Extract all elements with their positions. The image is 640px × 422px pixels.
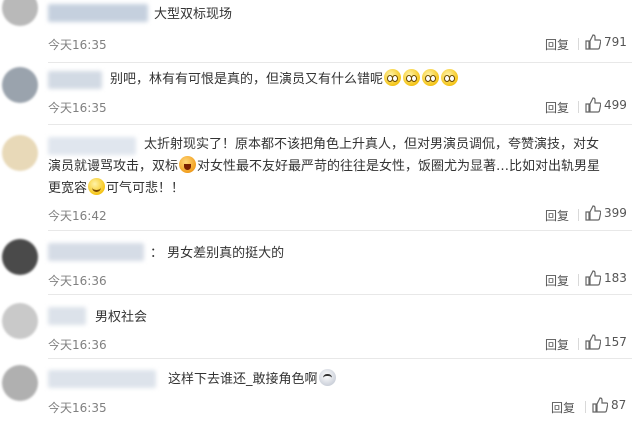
comment-item: 别吧，林有有可恨是真的，但演员又有什么错呢 今天16:35 回复 499 xyxy=(0,63,640,125)
comment-text-part: 可气可悲！！ xyxy=(106,181,185,196)
reply-button[interactable]: 回复 xyxy=(545,207,569,224)
username[interactable] xyxy=(48,243,144,261)
thumbs-up-icon xyxy=(592,397,608,413)
comment-text: 别吧，林有有可恨是真的，但演员又有什么错呢 xyxy=(110,69,459,91)
comment-text: 男权社会 xyxy=(95,310,148,325)
emoji-smile-icon xyxy=(441,69,459,86)
like-button[interactable]: 791 xyxy=(585,34,627,50)
divider xyxy=(578,101,579,113)
like-count: 183 xyxy=(604,271,627,285)
emoji-smile-icon xyxy=(384,69,402,86)
avatar[interactable] xyxy=(2,303,38,339)
timestamp: 今天16:36 xyxy=(48,338,107,352)
avatar[interactable] xyxy=(2,365,38,401)
like-count: 399 xyxy=(604,206,627,220)
like-count: 87 xyxy=(611,398,627,412)
comment-item: ： 男女差别真的挺大的 今天16:36 回复 183 xyxy=(0,231,640,293)
emoji-smile-icon xyxy=(403,69,421,86)
timestamp: 今天16:35 xyxy=(48,101,107,115)
username[interactable] xyxy=(48,307,86,325)
reply-button[interactable]: 回复 xyxy=(545,272,569,289)
comment-item: 这样下去谁还_敢接角色啊 今天16:35 回复 87 xyxy=(0,359,640,422)
comment-item: 太折射现实了！原本都不该把角色上升真人，但对男演员调侃，夸赞演技，对女演员就谩骂… xyxy=(0,125,640,228)
like-count: 157 xyxy=(604,335,627,349)
thumbs-up-icon xyxy=(585,270,601,286)
username[interactable] xyxy=(48,4,148,22)
thumbs-up-icon xyxy=(585,34,601,50)
reply-button[interactable]: 回复 xyxy=(551,399,575,416)
emoji-face-icon xyxy=(318,369,336,386)
reply-button[interactable]: 回复 xyxy=(545,336,569,353)
username[interactable] xyxy=(48,370,156,388)
divider xyxy=(578,209,579,221)
like-button[interactable]: 87 xyxy=(592,397,626,413)
reply-button[interactable]: 回复 xyxy=(545,99,569,116)
comment-item: 大型双标现场 今天16:35 回复 791 xyxy=(0,0,640,62)
comment-text-body: 别吧，林有有可恨是真的，但演员又有什么错呢 xyxy=(110,72,384,87)
divider xyxy=(585,401,586,413)
timestamp: 今天16:42 xyxy=(48,209,107,223)
divider xyxy=(578,38,579,50)
avatar[interactable] xyxy=(2,239,38,275)
timestamp: 今天16:35 xyxy=(48,401,107,415)
like-count: 499 xyxy=(604,98,627,112)
comment-text: ： 男女差别真的挺大的 xyxy=(150,246,285,261)
emoji-smile-icon xyxy=(422,69,440,86)
avatar[interactable] xyxy=(2,135,38,171)
timestamp: 今天16:36 xyxy=(48,274,107,288)
comment-list: 大型双标现场 今天16:35 回复 791 别吧，林有有可恨是真的，但演员又有什… xyxy=(0,0,640,422)
timestamp: 今天16:35 xyxy=(48,38,107,52)
divider xyxy=(578,274,579,286)
thumbs-up-icon xyxy=(585,334,601,350)
like-button[interactable]: 399 xyxy=(585,205,627,221)
thumbs-up-icon xyxy=(585,205,601,221)
avatar[interactable] xyxy=(2,67,38,103)
comment-text: 大型双标现场 xyxy=(154,7,233,22)
divider xyxy=(578,338,579,350)
like-button[interactable]: 499 xyxy=(585,97,627,113)
reply-button[interactable]: 回复 xyxy=(545,36,569,53)
username[interactable] xyxy=(48,71,102,89)
emoji-smile-icon xyxy=(88,178,106,195)
comment-text: 太折射现实了！原本都不该把角色上升真人，但对男演员调侃，夸赞演技，对女演员就谩骂… xyxy=(48,134,608,200)
like-count: 791 xyxy=(604,35,627,49)
avatar[interactable] xyxy=(2,0,38,26)
comment-item: 男权社会 今天16:36 回复 157 xyxy=(0,295,640,357)
thumbs-up-icon xyxy=(585,97,601,113)
comment-text-body: 这样下去谁还_敢接角色啊 xyxy=(168,372,318,387)
like-button[interactable]: 157 xyxy=(585,334,627,350)
like-button[interactable]: 183 xyxy=(585,270,627,286)
emoji-cry-icon xyxy=(179,156,197,173)
comment-text: 这样下去谁还_敢接角色啊 xyxy=(168,369,337,391)
